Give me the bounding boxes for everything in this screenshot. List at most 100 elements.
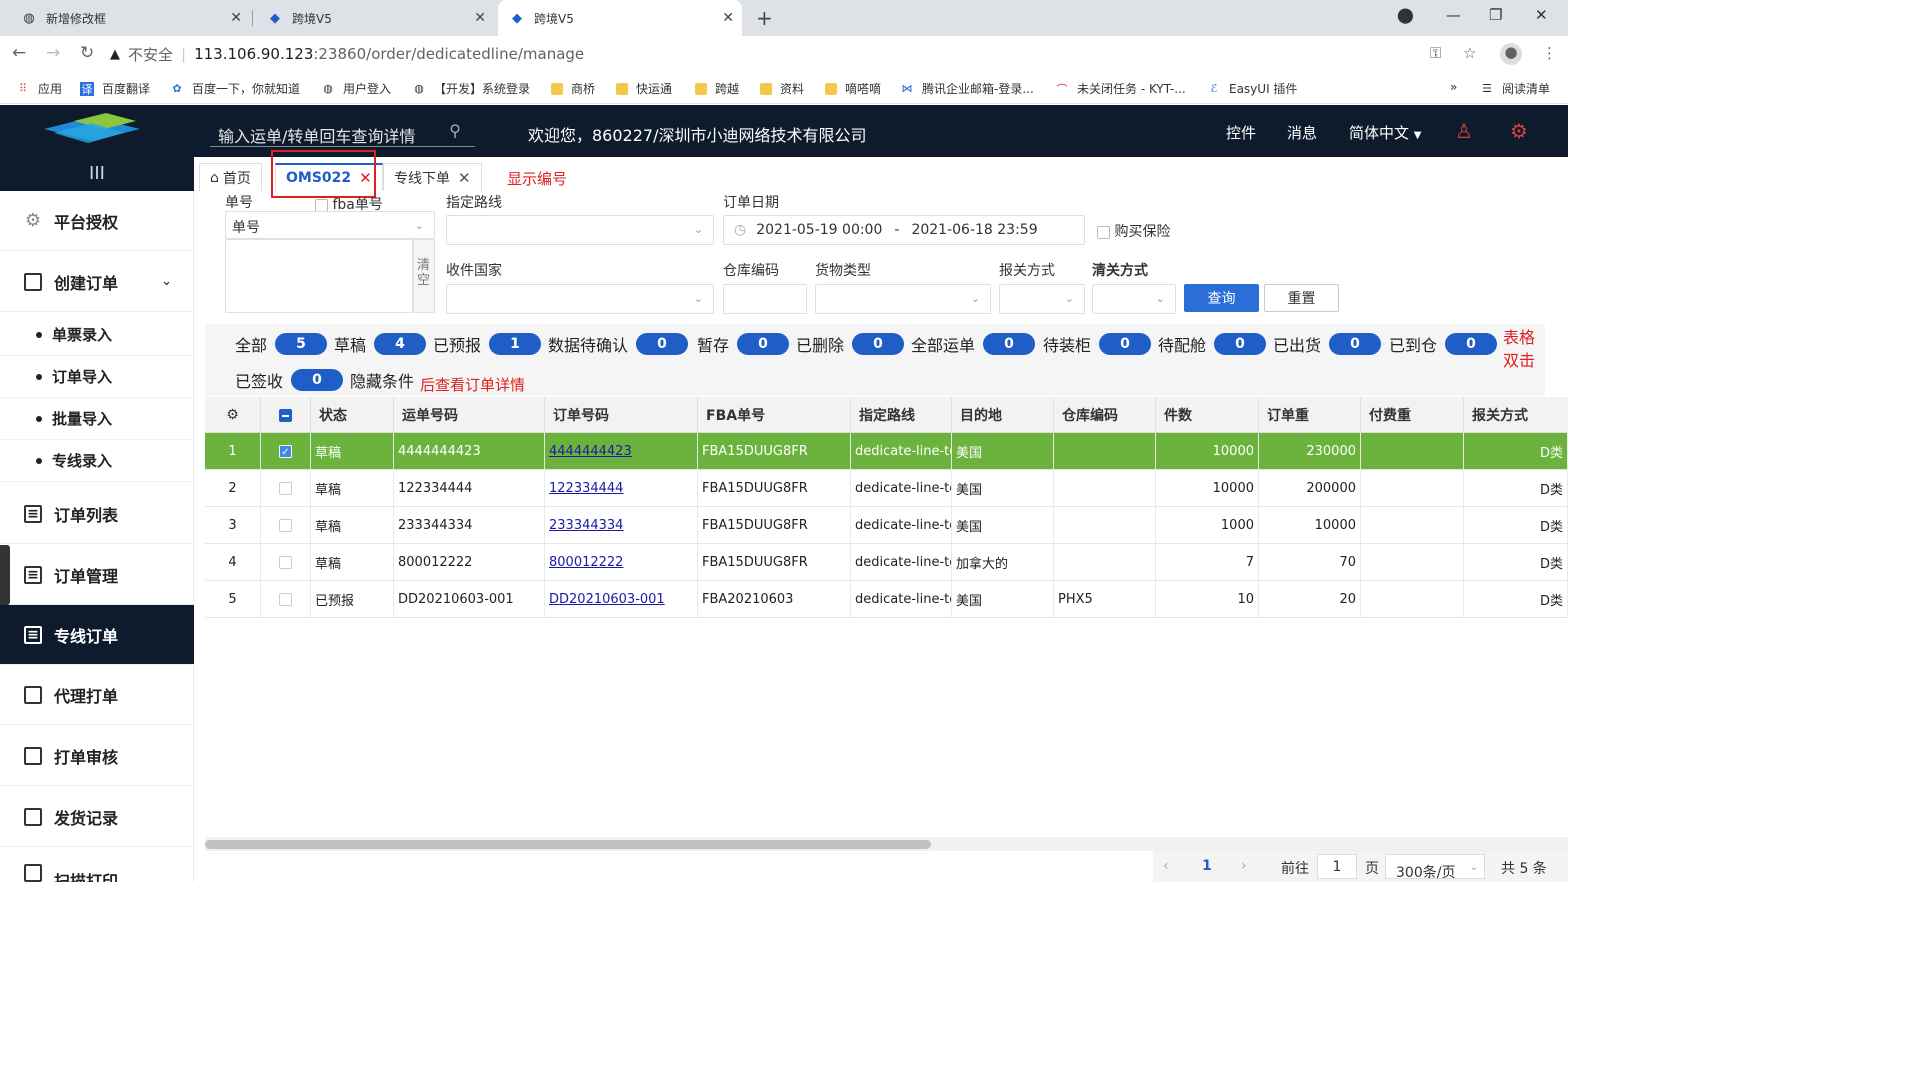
checkbox[interactable] — [279, 482, 292, 495]
status-to-stow[interactable]: 待配舱 0 — [1158, 332, 1267, 356]
sidebar-item-order-list[interactable]: ≡ 订单列表 — [0, 484, 194, 544]
sidebar-subitem-single[interactable]: 单票录入 — [0, 314, 194, 356]
col-waybill[interactable]: 运单号码 — [394, 397, 545, 433]
close-tab-icon[interactable]: ✕ — [474, 10, 486, 26]
col-route[interactable]: 指定路线 — [851, 397, 952, 433]
close-window-button[interactable]: ✕ — [1535, 6, 1548, 24]
goto-page-input[interactable]: 1 — [1317, 854, 1357, 879]
sidebar-item-dedicated-order[interactable]: ≡ 专线订单 — [0, 605, 194, 665]
order-link[interactable]: 800012222 — [549, 555, 623, 570]
forward-button[interactable]: → — [46, 43, 60, 63]
tab-search-icon[interactable]: ⬤ — [1397, 6, 1414, 24]
sidebar-item-platform-auth[interactable]: ⚙ 平台授权 — [0, 191, 194, 251]
browser-tab-1[interactable]: ◍ 新增修改框 ✕ — [0, 0, 250, 36]
checkbox[interactable] — [315, 198, 328, 212]
status-signed[interactable]: 已签收 0 — [235, 368, 344, 392]
close-tab-icon[interactable]: ✕ — [722, 10, 734, 26]
header-search-input[interactable]: 输入运单/转单回车查询详情 ⚲ — [210, 117, 475, 147]
warehouse-code-input[interactable] — [723, 284, 807, 314]
order-link[interactable]: DD20210603-001 — [549, 592, 665, 607]
hide-conditions-toggle[interactable]: 隐藏条件 — [350, 368, 414, 392]
col-fba[interactable]: FBA单号 — [698, 397, 851, 433]
status-draft[interactable]: 草稿 4 — [334, 332, 427, 356]
col-order-weight[interactable]: 订单重 — [1259, 397, 1361, 433]
messages-link[interactable]: 消息 — [1287, 122, 1317, 143]
col-status[interactable]: 状态 — [311, 397, 394, 433]
table-row[interactable]: 5 已预报 DD20210603-001 DD20210603-001 FBA20210… — [205, 581, 1568, 618]
bookmark-tencent-mail[interactable]: ⋈ 腾讯企业邮箱-登录... — [900, 80, 1034, 97]
browser-tab-3[interactable]: ◆ 跨境V5 ✕ — [498, 0, 742, 36]
bookmark-login[interactable]: ◍ 用户登入 — [321, 80, 391, 97]
table-row[interactable]: 4 草稿 800012222 800012222 FBA15DUUG8FR dedicat… — [205, 544, 1568, 581]
search-icon[interactable]: ⚲ — [449, 121, 461, 140]
query-button[interactable]: 查询 — [1184, 284, 1259, 312]
bookmark-ziliao[interactable]: 资料 — [760, 80, 804, 97]
close-tab-icon[interactable]: ✕ — [230, 10, 242, 26]
profile-avatar[interactable]: ● — [1500, 43, 1522, 65]
col-customs[interactable]: 报关方式 — [1464, 397, 1568, 433]
clear-button[interactable]: 清空 — [413, 239, 435, 313]
checkbox[interactable] — [279, 519, 292, 532]
country-select[interactable]: ⌄ — [446, 284, 714, 314]
reading-list-button[interactable]: ☰ 阅读清单 — [1480, 80, 1550, 97]
row-checkbox[interactable] — [261, 507, 311, 544]
bookmark-baidu[interactable]: ✿ 百度一下，你就知道 — [170, 80, 300, 97]
status-all[interactable]: 全部 5 — [235, 332, 328, 356]
cell-order-link[interactable]: 122334444 — [545, 470, 698, 507]
customs-select[interactable]: ⌄ — [999, 284, 1085, 314]
bookmark-didadi[interactable]: 嘀嗒嘀 — [825, 80, 881, 97]
col-warehouse[interactable]: 仓库编码 — [1054, 397, 1156, 433]
row-checkbox[interactable] — [261, 581, 311, 618]
cell-order-link[interactable]: DD20210603-001 — [545, 581, 698, 618]
reset-button[interactable]: 重置 — [1264, 284, 1339, 312]
col-pieces[interactable]: 件数 — [1156, 397, 1259, 433]
table-row[interactable]: 2 草稿 122334444 122334444 FBA15DUUG8FR dedicat… — [205, 470, 1568, 507]
cell-order-link[interactable]: 4444444423 — [545, 433, 698, 470]
sidebar-item-ship-records[interactable]: 发货记录 — [0, 787, 194, 847]
sidebar-item-scan-print[interactable]: 扫描打印 — [0, 847, 194, 882]
status-shipped[interactable]: 已出货 0 — [1273, 332, 1382, 356]
order-link[interactable]: 233344334 — [549, 518, 623, 533]
next-page-icon[interactable]: › — [1241, 858, 1247, 874]
sidebar-subitem-import[interactable]: 订单导入 — [0, 356, 194, 398]
clearance-select[interactable]: ⌄ — [1092, 284, 1176, 314]
row-checkbox[interactable] — [261, 470, 311, 507]
route-select[interactable]: ⌄ — [446, 215, 714, 245]
status-data-pending[interactable]: 数据待确认 0 — [548, 332, 689, 356]
bookmark-star-icon[interactable]: ☆ — [1463, 44, 1476, 62]
controls-link[interactable]: 控件 — [1226, 122, 1256, 143]
bookmark-baidu-translate[interactable]: 译百度翻译 — [80, 80, 150, 97]
horizontal-scrollbar[interactable] — [205, 837, 1568, 851]
new-tab-button[interactable]: + — [756, 6, 773, 30]
status-saved[interactable]: 暂存 0 — [697, 332, 790, 356]
settings-gear-icon[interactable]: ⚙ — [1510, 119, 1528, 143]
order-no-type-select[interactable]: 单号 ⌄ — [225, 211, 435, 239]
table-row[interactable]: 3 草稿 233344334 233344334 FBA15DUUG8FR dedicat… — [205, 507, 1568, 544]
scrollbar-thumb[interactable] — [205, 840, 931, 849]
browser-tab-2[interactable]: ◆ 跨境V5 ✕ — [254, 0, 494, 36]
sidebar-item-create-order[interactable]: 创建订单 ⌄ — [0, 252, 194, 312]
minimize-button[interactable]: — — [1446, 6, 1461, 24]
user-icon[interactable]: ♙ — [1455, 119, 1473, 143]
order-no-textarea[interactable] — [225, 239, 413, 313]
order-link[interactable]: 4444444423 — [549, 444, 632, 459]
language-select[interactable]: 简体中文 ▼ — [1349, 122, 1422, 143]
table-row[interactable]: 1 ✓ 草稿 4444444423 4444444423 FBA15DUUG8FR dedi… — [205, 433, 1568, 470]
tab-home[interactable]: ⌂ 首页 — [199, 163, 262, 191]
url-field[interactable]: ▲ 不安全 | 113.106.90.123:23860/order/dedic… — [110, 40, 1490, 68]
bookmark-shangqiao[interactable]: 商桥 — [551, 80, 595, 97]
checkbox[interactable] — [279, 593, 292, 606]
sidebar-resize-handle[interactable] — [0, 545, 10, 605]
bookmark-kuaiyuntong[interactable]: 快运通 — [616, 80, 672, 97]
page-size-select[interactable]: 300条/页 ⌄ — [1385, 854, 1485, 881]
prev-page-icon[interactable]: ‹ — [1163, 858, 1169, 874]
checkbox[interactable] — [279, 556, 292, 569]
bookmarks-more-button[interactable]: » — [1450, 80, 1457, 94]
cell-order-link[interactable]: 233344334 — [545, 507, 698, 544]
order-link[interactable]: 122334444 — [549, 481, 623, 496]
bookmark-apps[interactable]: ⠿ 应用 — [16, 80, 62, 97]
restore-button[interactable]: ❐ — [1489, 6, 1502, 24]
menu-kebab-icon[interactable]: ⋮ — [1542, 44, 1557, 62]
tab-dedicated-order[interactable]: 专线下单 ✕ — [383, 163, 482, 191]
status-to-container[interactable]: 待装柜 0 — [1043, 332, 1152, 356]
